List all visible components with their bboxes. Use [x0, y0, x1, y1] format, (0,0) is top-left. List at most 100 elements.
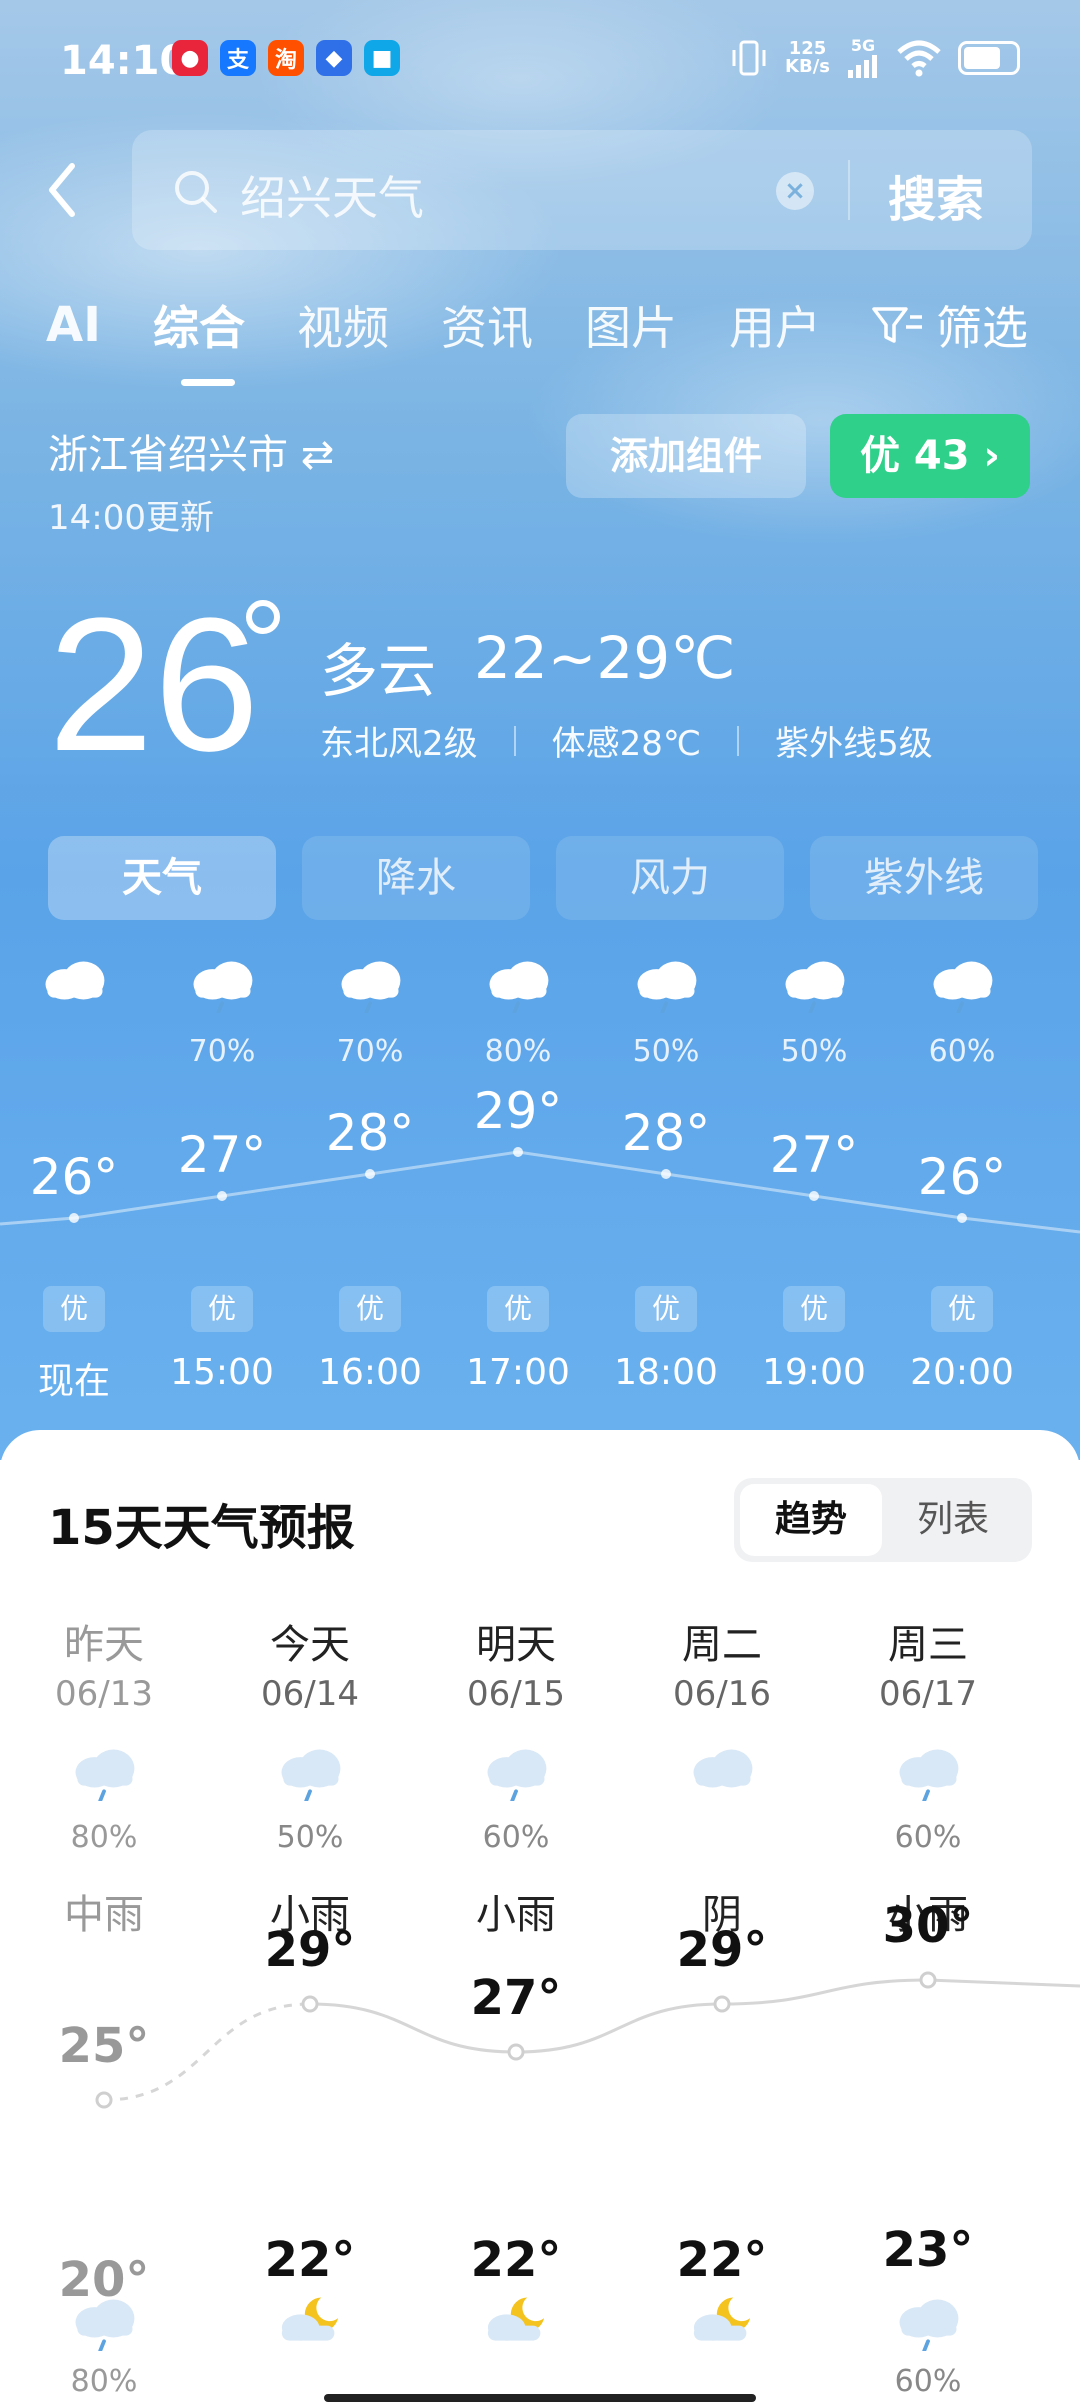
high-temp-line	[309, 1978, 1080, 2054]
temp-point	[713, 1995, 731, 2013]
status-indicators: 125 KB/s 5G	[729, 38, 1020, 78]
rain-cloud-icon	[478, 1740, 554, 1805]
filter-button[interactable]: 筛选	[870, 292, 1028, 358]
day-date: 06/14	[261, 1674, 359, 1714]
temp-point	[919, 1971, 937, 1989]
status-time: 14:10	[60, 38, 188, 84]
day-low: 22°	[264, 2232, 356, 2288]
segment-precipitation[interactable]: 降水	[302, 836, 530, 920]
rain-cloud-icon	[480, 952, 556, 1017]
update-time: 14:00更新	[48, 498, 214, 538]
day-precip: 60%	[482, 1820, 550, 1855]
hourly-point	[513, 1147, 523, 1157]
back-button[interactable]	[44, 160, 94, 220]
rain-cloud-icon	[776, 952, 852, 1017]
hourly-segment-control: 天气 降水 风力 紫外线	[48, 836, 1038, 920]
app-cyan-icon: ■	[364, 40, 400, 76]
filter-icon	[872, 307, 922, 343]
hourly-time: 18:00	[614, 1352, 718, 1393]
wind: 东北风2级	[320, 724, 478, 764]
hourly-time: 20:00	[910, 1352, 1014, 1393]
day-name: 周二	[682, 1622, 762, 1668]
net-speed-unit: KB/s	[785, 56, 830, 77]
search-icon	[175, 171, 217, 213]
hourly-aqi: 优	[339, 1286, 401, 1332]
hourly-precip: 70%	[336, 1034, 404, 1069]
search-input[interactable]: 绍兴天气	[240, 162, 424, 228]
current-details: 东北风2级 体感28℃ 紫外线5级	[320, 716, 933, 765]
net-speed: 125 KB/s	[785, 40, 830, 76]
hourly-time: 16:00	[318, 1352, 422, 1393]
day-name: 周三	[888, 1622, 968, 1668]
segment-wind[interactable]: 风力	[556, 836, 784, 920]
cell-signal-icon: 5G	[846, 38, 880, 78]
hourly-line	[0, 1150, 1080, 1234]
hourly-point	[661, 1169, 671, 1179]
hourly-time: 15:00	[170, 1352, 274, 1393]
hourly-point	[69, 1213, 79, 1223]
day-condition: 小雨	[476, 1892, 556, 1938]
past-high-line	[103, 2002, 311, 2102]
tab-users[interactable]: 用户	[729, 292, 821, 358]
hourly-aqi: 优	[783, 1286, 845, 1332]
day-precip: 50%	[276, 1820, 344, 1855]
hourly-precip: 50%	[780, 1034, 848, 1069]
current-temperature: 26	[48, 579, 260, 791]
hourly-aqi: 优	[487, 1286, 549, 1332]
day-precip: 60%	[894, 1820, 962, 1855]
day-condition: 中雨	[64, 1892, 144, 1938]
hourly-point	[365, 1169, 375, 1179]
hourly-point	[809, 1191, 819, 1201]
temperature-range: 22~29℃	[474, 624, 736, 692]
day-name: 今天	[270, 1622, 350, 1668]
cloudy-icon	[36, 952, 112, 1017]
night-cloud-moon-icon	[478, 2290, 554, 2354]
detail-divider	[513, 725, 516, 756]
tab-images[interactable]: 图片	[585, 292, 677, 358]
clear-search-button[interactable]: ×	[776, 172, 814, 210]
hourly-point	[957, 1213, 967, 1223]
tab-video[interactable]: 视频	[297, 292, 389, 358]
chevron-left-icon	[49, 163, 75, 217]
search-button[interactable]: 搜索	[888, 160, 984, 230]
rain-cloud-icon	[924, 952, 1000, 1017]
temp-point	[95, 2091, 113, 2109]
current-condition: 多云	[320, 637, 437, 705]
day-date: 06/16	[673, 1674, 771, 1714]
search-divider	[848, 160, 850, 220]
hourly-time: 现在	[37, 1361, 110, 1402]
degree-symbol	[246, 600, 280, 634]
hourly-precip: 70%	[188, 1034, 256, 1069]
feels-like: 体感28℃	[551, 724, 702, 764]
hourly-time: 17:00	[466, 1352, 570, 1393]
aqi-badge[interactable]: 优 43 ›	[830, 414, 1030, 498]
hourly-temperature-curve	[0, 1147, 1080, 1234]
trend-view-button[interactable]: 趋势	[740, 1484, 882, 1556]
notification-app-icons: ● 支淘 ◆ ■	[172, 40, 400, 76]
day-low: 22°	[470, 2232, 562, 2288]
segment-uv[interactable]: 紫外线	[810, 836, 1038, 920]
segment-weather[interactable]: 天气	[48, 836, 276, 920]
tab-general[interactable]: 综合	[153, 292, 245, 386]
hourly-precip: 50%	[632, 1034, 700, 1069]
vibrate-icon	[732, 40, 766, 76]
location-switcher[interactable]: 浙江省绍兴市 ⇄	[48, 422, 334, 480]
day-date: 06/13	[55, 1674, 153, 1714]
home-indicator[interactable]	[324, 2394, 756, 2402]
temp-point	[507, 2043, 525, 2061]
rain-cloud-icon	[184, 952, 260, 1017]
alipay-icon: 支	[220, 40, 256, 76]
day-date: 06/15	[467, 1674, 565, 1714]
hourly-precip: 60%	[928, 1034, 996, 1069]
rain-cloud-icon	[890, 1740, 966, 1805]
tab-news[interactable]: 资讯	[441, 292, 533, 358]
list-view-button[interactable]: 列表	[882, 1484, 1024, 1556]
add-widget-button[interactable]: 添加组件	[566, 414, 806, 498]
detail-divider	[737, 725, 740, 756]
tab-ai[interactable]: AI	[46, 297, 101, 353]
rain-cloud-icon	[272, 1740, 348, 1805]
night-precip: 60%	[894, 2364, 962, 2399]
rain-cloud-icon	[628, 952, 704, 1017]
hourly-aqi: 优	[191, 1286, 253, 1332]
hourly-point	[217, 1191, 227, 1201]
